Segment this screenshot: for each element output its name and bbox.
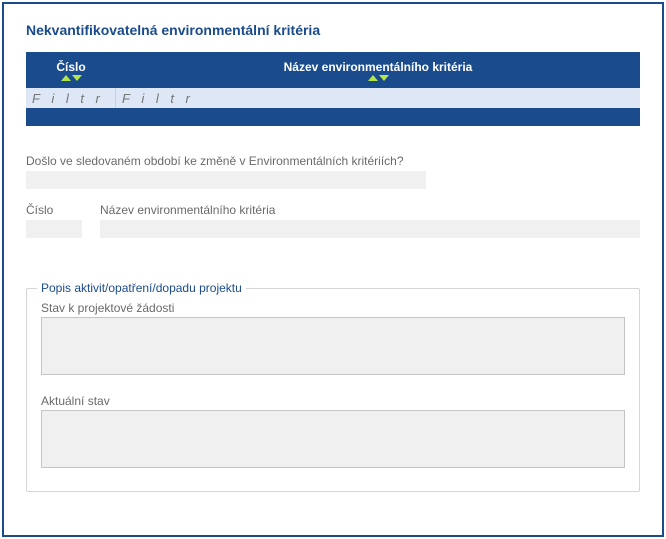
- aktualni-label: Aktuální stav: [41, 394, 625, 408]
- nazev-label: Název environmentálního kritéria: [100, 203, 640, 217]
- table-footer: [26, 108, 640, 126]
- cislo-label: Číslo: [26, 203, 82, 217]
- detail-nazev: Název environmentálního kritéria: [100, 203, 640, 238]
- filter-input-nazev[interactable]: [116, 88, 640, 108]
- column-label: Název environmentálního kritéria: [284, 60, 473, 74]
- aktualni-textarea[interactable]: [41, 410, 625, 468]
- column-header-cislo: Číslo: [26, 52, 116, 88]
- question-field: [26, 171, 426, 189]
- panel-title: Nekvantifikovatelná environmentální krit…: [26, 22, 640, 38]
- column-header-nazev: Název environmentálního kritéria: [116, 52, 640, 88]
- table-header-row: Číslo Název environmentálního kritéria: [26, 52, 640, 88]
- detail-row: Číslo Název environmentálního kritéria: [26, 203, 640, 238]
- sort-controls-cislo: [61, 75, 82, 81]
- filter-input-cislo[interactable]: [26, 88, 116, 108]
- stav-textarea[interactable]: [41, 317, 625, 375]
- stav-label: Stav k projektové žádosti: [41, 301, 625, 315]
- cislo-value: [26, 220, 82, 238]
- sort-controls-nazev: [368, 75, 389, 81]
- sort-asc-icon[interactable]: [61, 75, 71, 81]
- detail-cislo: Číslo: [26, 203, 82, 238]
- sort-desc-icon[interactable]: [72, 75, 82, 81]
- column-label: Číslo: [56, 60, 85, 74]
- table-filter-row: [26, 88, 640, 108]
- criteria-table: Číslo Název environmentálního kritéria: [26, 52, 640, 126]
- nazev-value: [100, 220, 640, 238]
- question-label: Došlo ve sledovaném období ke změně v En…: [26, 154, 640, 168]
- sort-desc-icon[interactable]: [379, 75, 389, 81]
- description-fieldset: Popis aktivit/opatření/dopadu projektu S…: [26, 288, 640, 492]
- main-panel: Nekvantifikovatelná environmentální krit…: [2, 2, 664, 537]
- fieldset-legend: Popis aktivit/opatření/dopadu projektu: [37, 281, 246, 295]
- question-block: Došlo ve sledovaném období ke změně v En…: [26, 154, 640, 189]
- sort-asc-icon[interactable]: [368, 75, 378, 81]
